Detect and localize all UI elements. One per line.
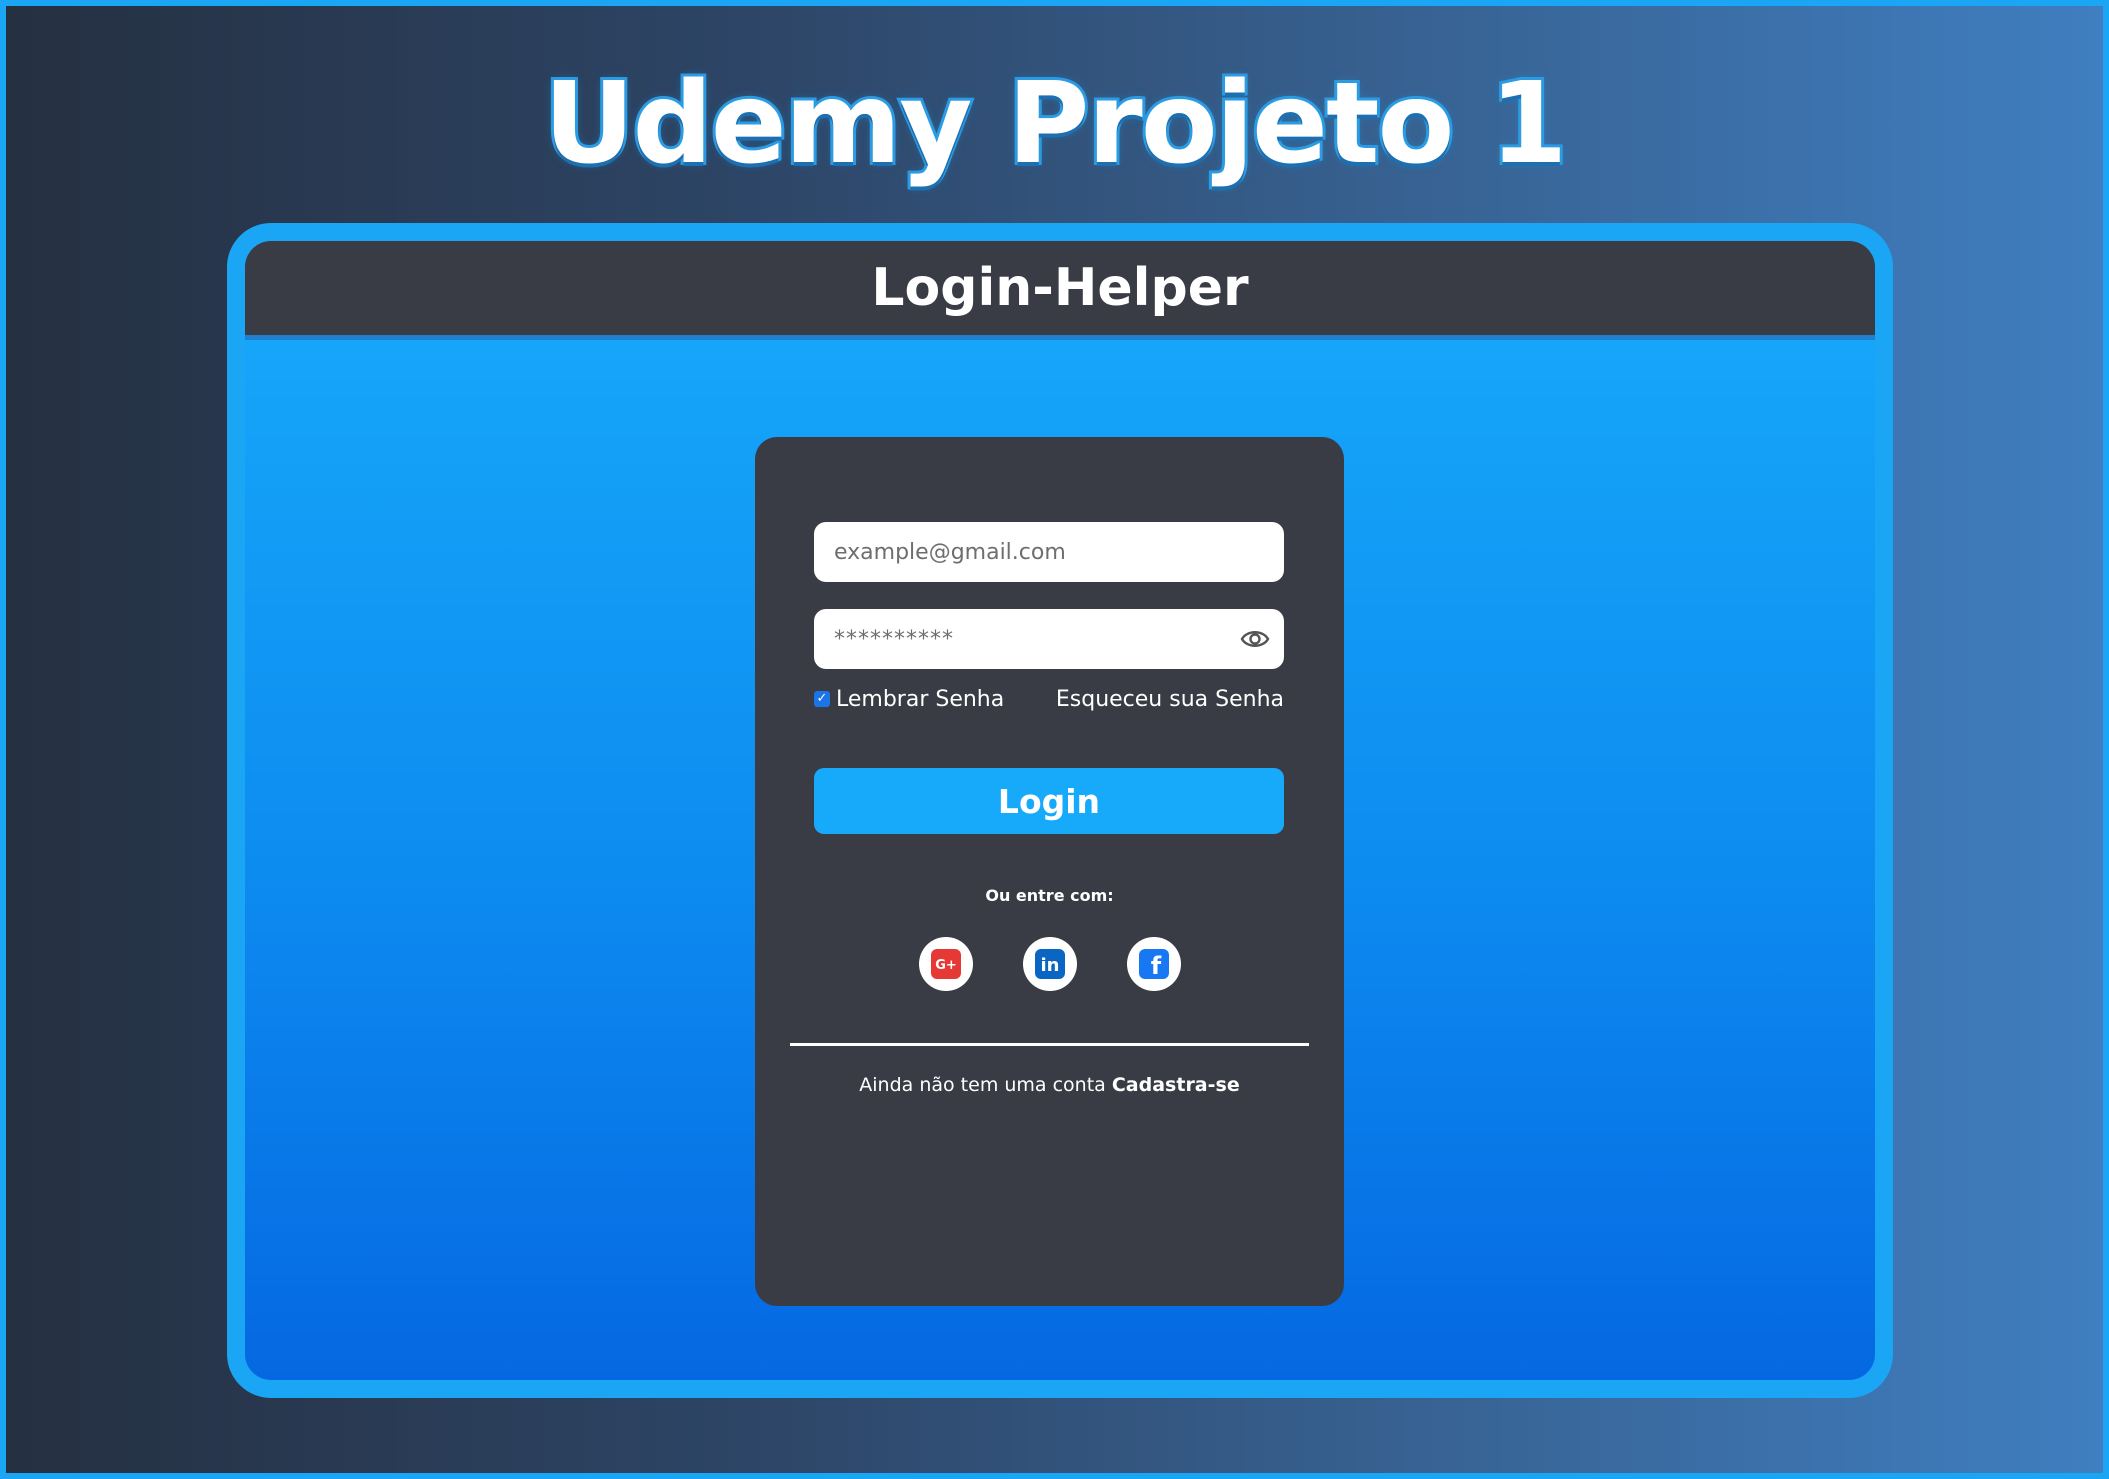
google-plus-label: G+ — [935, 958, 957, 973]
site-title: Udemy Projeto 1 — [541, 56, 1571, 192]
google-plus-icon: G+ — [930, 949, 961, 979]
linkedin-icon: in — [1034, 949, 1065, 979]
remember-label: Lembrar Senha — [836, 686, 1005, 712]
login-button[interactable]: Login — [814, 768, 1284, 834]
signup-prompt: Ainda não tem uma conta Cadastra-se — [755, 1074, 1344, 1096]
google-login-button[interactable]: G+ — [918, 937, 973, 991]
login-options-row: ✓ Lembrar Senha Esqueceu sua Senha — [814, 682, 1284, 716]
signup-text: Ainda não tem uma conta — [859, 1074, 1106, 1096]
eye-icon[interactable] — [1240, 625, 1270, 653]
social-login-title: Ou entre com: — [985, 886, 1114, 905]
remember-password[interactable]: ✓ Lembrar Senha — [814, 687, 1004, 712]
app-window: Login-Helper ✓ Lembrar Senha Esqueceu su… — [227, 223, 1893, 1398]
remember-checkbox[interactable]: ✓ — [814, 691, 830, 707]
signup-link[interactable]: Cadastra-se — [1112, 1074, 1240, 1096]
divider — [790, 1043, 1309, 1046]
facebook-label: f — [1150, 952, 1161, 980]
page-background: Udemy Projeto 1 Login-Helper ✓ Lembrar S… — [0, 0, 2109, 1479]
facebook-icon: f — [1138, 949, 1169, 980]
forgot-password-link[interactable]: Esqueceu sua Senha — [1056, 687, 1284, 712]
email-field[interactable] — [814, 522, 1284, 582]
app-header-title: Login-Helper — [871, 258, 1249, 318]
password-field[interactable] — [814, 609, 1224, 669]
login-card: ✓ Lembrar Senha Esqueceu sua Senha Login… — [755, 437, 1344, 1306]
linkedin-login-button[interactable]: in — [1022, 937, 1077, 991]
social-login-row: G+ in f — [755, 937, 1344, 991]
facebook-login-button[interactable]: f — [1126, 937, 1181, 991]
password-field-wrapper — [814, 609, 1284, 669]
app-header: Login-Helper — [245, 241, 1875, 340]
linkedin-label: in — [1040, 955, 1059, 976]
